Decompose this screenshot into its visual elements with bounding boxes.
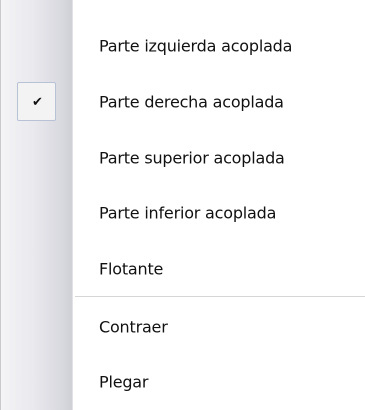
- checkmark-frame: ✔: [17, 82, 56, 121]
- menu-item-parte-inferior-acoplada[interactable]: Parte inferior acoplada: [1, 188, 365, 238]
- menu-item-parte-superior-acoplada[interactable]: Parte superior acoplada: [1, 133, 365, 183]
- menu-item-label: Parte superior acoplada: [99, 148, 285, 168]
- context-menu: Parte izquierda acoplada ✔ Parte derecha…: [0, 0, 365, 410]
- menu-separator-highlight: [75, 297, 365, 298]
- checkmark-icon: ✔: [32, 95, 43, 110]
- menu-item-parte-derecha-acoplada[interactable]: ✔ Parte derecha acoplada: [1, 77, 365, 127]
- menu-item-flotante[interactable]: Flotante: [1, 244, 365, 294]
- menu-item-label: Parte izquierda acoplada: [99, 36, 293, 56]
- menu-item-label: Parte inferior acoplada: [99, 203, 277, 223]
- menu-item-label: Contraer: [99, 317, 168, 337]
- menu-item-label: Flotante: [99, 259, 164, 279]
- menu-item-label: Parte derecha acoplada: [99, 92, 284, 112]
- menu-item-label: Plegar: [99, 372, 149, 392]
- menu-item-parte-izquierda-acoplada[interactable]: Parte izquierda acoplada: [1, 21, 365, 71]
- menu-item-contraer[interactable]: Contraer: [1, 302, 365, 352]
- menu-item-plegar[interactable]: Plegar: [1, 357, 365, 407]
